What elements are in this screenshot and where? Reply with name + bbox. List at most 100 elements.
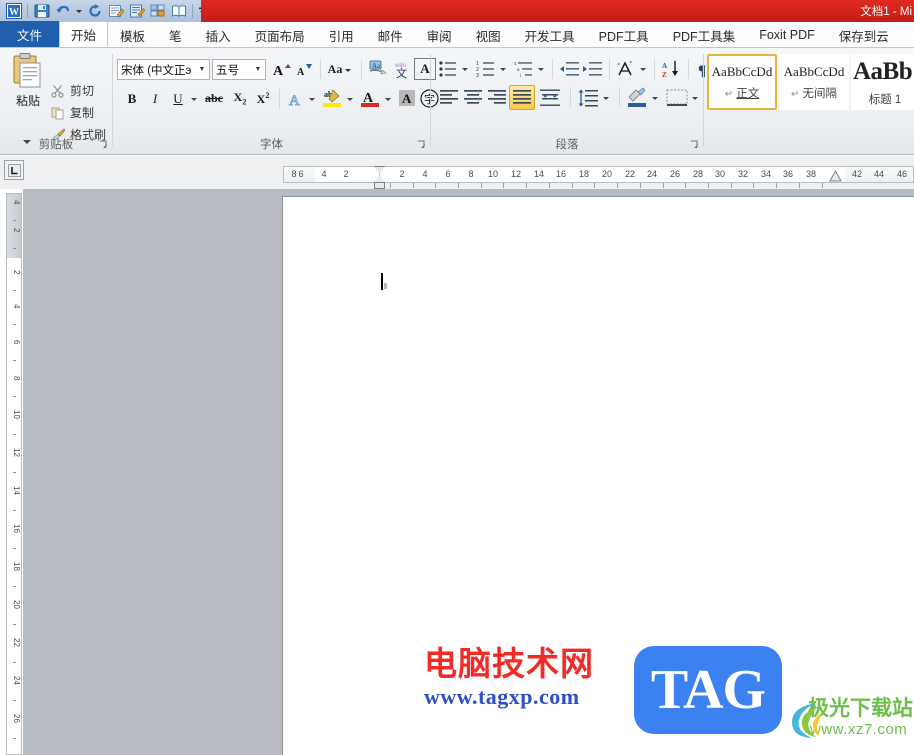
underline-button[interactable]: U [167, 88, 189, 109]
italic-button[interactable]: I [144, 88, 166, 109]
tab-save-to-cloud[interactable]: 保存到云 [827, 22, 901, 47]
shading-dropdown-icon[interactable] [649, 86, 661, 109]
style-item-no-spacing[interactable]: AaBbCcDd ↵ 无间隔 [779, 54, 849, 110]
numbering-dropdown-icon[interactable] [497, 58, 509, 80]
copy-label: 复制 [70, 106, 95, 120]
increase-indent-button[interactable] [581, 58, 604, 80]
tab-developer[interactable]: 开发工具 [513, 22, 587, 47]
highlight-color-button[interactable]: ab [320, 86, 344, 110]
horizontal-ruler[interactable]: 8 6 4 2 2 4 6 8 10 12 14 16 18 20 22 24 … [283, 166, 914, 183]
vruler-label: 18 [12, 562, 21, 571]
tab-file[interactable]: 文件 [0, 21, 60, 47]
tab-foxit-pdf[interactable]: Foxit PDF [747, 22, 827, 47]
hruler-label: 42 [851, 169, 863, 179]
style-name-no-spacing: ↵ 无间隔 [791, 85, 837, 101]
tab-mailings[interactable]: 邮件 [366, 22, 415, 47]
tab-insert[interactable]: 插入 [194, 22, 243, 47]
cut-button[interactable]: 剪切 [50, 82, 94, 99]
undo-dropdown-icon[interactable] [73, 1, 84, 21]
subscript-button[interactable]: X2 [229, 88, 251, 109]
font-size-dropdown-icon[interactable]: ▼ [251, 66, 265, 73]
font-name-combo[interactable]: 宋体 (中文正э ▼ [117, 59, 210, 80]
paste-button[interactable]: 粘贴 [6, 52, 50, 130]
text-effects-button[interactable]: A [285, 88, 307, 109]
tab-pdf-tools[interactable]: PDF工具 [587, 22, 661, 47]
tab-page-layout[interactable]: 页面布局 [243, 22, 317, 47]
strikethrough-button[interactable]: abc [201, 88, 227, 109]
document-page[interactable] [283, 197, 914, 755]
multilevel-list-button[interactable]: 1 a i [513, 58, 535, 80]
line-spacing-button[interactable] [576, 86, 600, 109]
edit-doc-icon[interactable] [105, 1, 126, 21]
align-right-button[interactable] [485, 86, 509, 109]
hruler-label: 8 [291, 169, 297, 179]
paragraph-dialog-launcher[interactable] [689, 140, 700, 151]
asian-layout-dropdown-icon[interactable] [637, 58, 649, 80]
scissors-icon [50, 83, 66, 99]
svg-text:A: A [662, 62, 667, 70]
bullets-button[interactable] [437, 58, 459, 80]
text-effects-dropdown-icon[interactable] [306, 88, 318, 109]
hruler-label: 6 [298, 169, 304, 179]
svg-text:3: 3 [476, 73, 479, 78]
justify-button[interactable] [509, 85, 535, 110]
borders-dropdown-icon[interactable] [689, 86, 701, 109]
bold-button[interactable]: B [121, 88, 143, 109]
vruler-label: 26 [12, 714, 21, 723]
layout-icon[interactable] [147, 1, 168, 21]
underline-dropdown-icon[interactable] [188, 88, 200, 109]
tab-home[interactable]: 开始 [59, 21, 109, 47]
font-color-dropdown-icon[interactable] [382, 88, 394, 109]
numbering-button[interactable]: 1 2 3 [475, 58, 497, 80]
tab-review[interactable]: 审阅 [415, 22, 464, 47]
superscript-button[interactable]: X2 [252, 88, 274, 109]
left-indent-marker[interactable] [374, 182, 385, 189]
quick-access-toolbar: W [0, 0, 210, 22]
character-border-button[interactable]: wén 文 [390, 58, 413, 80]
save-icon[interactable] [31, 1, 52, 21]
sort-button[interactable]: A Z [660, 58, 683, 80]
font-color-button[interactable]: A [358, 86, 382, 110]
style-item-normal[interactable]: AaBbCcDd ↵ 正文 [707, 54, 777, 110]
watermark-tag-badge: TAG [634, 646, 782, 734]
shading-button[interactable] [625, 85, 649, 109]
font-dialog-launcher[interactable] [416, 140, 427, 151]
tab-pdf-toolset[interactable]: PDF工具集 [661, 22, 748, 47]
style-preview-heading1: AaBb [853, 57, 913, 85]
tab-references[interactable]: 引用 [317, 22, 366, 47]
multilevel-dropdown-icon[interactable] [535, 58, 547, 80]
font-size-combo[interactable]: 五号 ▼ [212, 59, 266, 80]
character-shading-button[interactable]: A [396, 87, 418, 109]
highlight-dropdown-icon[interactable] [344, 88, 356, 109]
vruler-label: 14 [12, 486, 21, 495]
redo-icon[interactable] [84, 1, 105, 21]
svg-text:Z: Z [662, 71, 667, 78]
decrease-indent-button[interactable] [558, 58, 581, 80]
tab-view[interactable]: 视图 [464, 22, 513, 47]
shrink-font-button[interactable]: A [293, 59, 315, 80]
align-left-button[interactable] [437, 86, 461, 109]
copy-button[interactable]: 复制 [50, 104, 94, 121]
hruler-label: 46 [896, 169, 908, 179]
distribute-button[interactable] [537, 85, 563, 110]
word-logo-icon[interactable]: W [3, 1, 24, 21]
borders-button[interactable] [665, 86, 689, 109]
vertical-ruler[interactable]: 4 2 2 4 6 8 10 12 14 16 18 20 22 24 26 [6, 193, 22, 755]
asian-layout-button[interactable] [615, 58, 637, 80]
right-indent-marker[interactable] [829, 170, 842, 182]
font-name-dropdown-icon[interactable]: ▼ [195, 66, 209, 73]
line-spacing-dropdown-icon[interactable] [600, 86, 612, 109]
change-case-button[interactable]: Aa [325, 59, 355, 80]
align-center-button[interactable] [461, 86, 485, 109]
clipboard-dialog-launcher[interactable] [98, 140, 109, 151]
tab-template[interactable]: 模板 [108, 22, 157, 47]
bullets-dropdown-icon[interactable] [459, 58, 471, 80]
undo-icon[interactable] [52, 1, 73, 21]
tab-stop-selector[interactable] [4, 160, 24, 180]
grow-font-button[interactable]: A [270, 59, 292, 80]
style-item-heading1[interactable]: AaBb 标题 1 [851, 54, 914, 110]
review-doc-icon[interactable] [126, 1, 147, 21]
tab-pen[interactable]: 笔 [157, 22, 194, 47]
phonetic-guide-button[interactable]: Aa [366, 58, 389, 80]
reading-icon[interactable] [168, 1, 189, 21]
